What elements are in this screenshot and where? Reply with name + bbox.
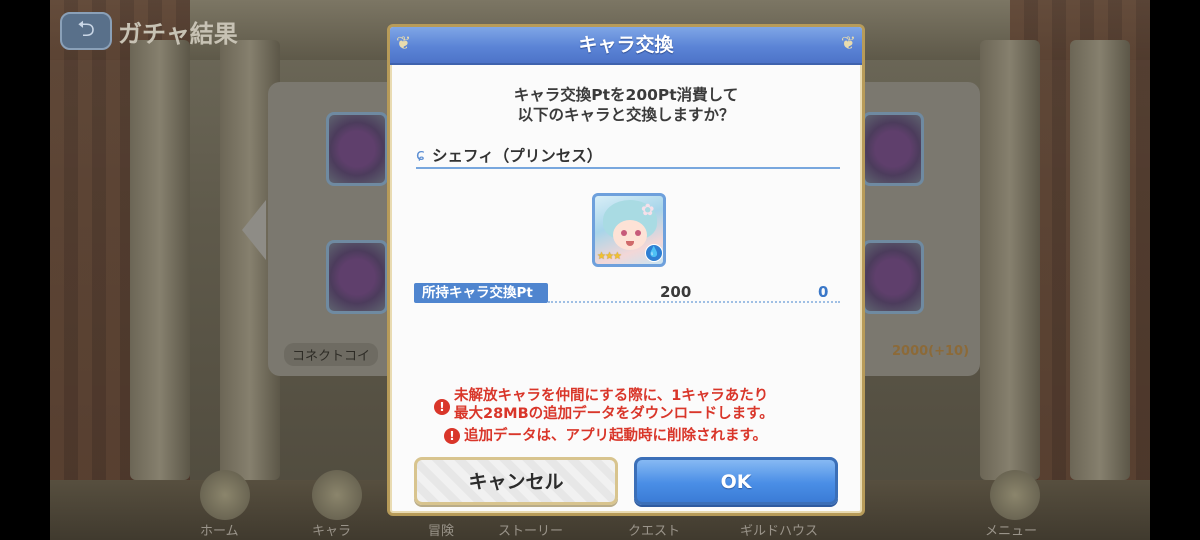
exchange-pt-current: 200 [660,283,692,301]
character-portrait[interactable]: ✿ ★★★ 💧 [592,193,666,267]
exchange-pt-after: 0 [818,283,829,301]
back-arrow-icon: ⮌ [77,17,95,42]
nav-item-adventure[interactable]: 冒険 [428,520,454,539]
pillar [980,40,1040,480]
pillar [130,40,190,480]
nav-menu-icon[interactable] [990,470,1040,520]
result-card[interactable] [862,240,924,314]
ok-button[interactable]: OK [634,457,838,505]
warning-download-line2: 最大28MBの追加データをダウンロードします。 [454,406,774,422]
nav-item-story[interactable]: ストーリー [498,520,563,539]
warning-icon: ! [434,399,450,415]
screen-bezel-left [0,0,50,540]
water-drop-icon: 💧 [645,244,663,262]
coin-count: 2000(+10) [892,344,970,359]
connect-coin-label: コネクトコイ [284,343,379,366]
exchange-pt-label: 所持キャラ交換Pt [414,283,548,303]
star-rating-icon: ★★★ [597,251,622,262]
dialog-title: キャラ交換 [578,34,674,56]
confirm-message: キャラ交換Ptを200Pt消費して 以下のキャラと交換しますか？ [390,85,862,125]
chara-exchange-dialog: ❦ ❦ キャラ交換 キャラ交換Ptを200Pt消費して 以下のキャラと交換します… [387,24,865,516]
nav-chara-icon[interactable] [312,470,362,520]
confirm-message-line1: キャラ交換Ptを200Pt消費して [513,86,739,104]
result-card[interactable] [326,112,388,186]
prev-arrow-icon[interactable] [242,200,266,260]
screen-title: ガチャ結果 [118,21,238,48]
nav-item-menu[interactable]: メニュー [985,520,1037,539]
nav-item-quest[interactable]: クエスト [628,520,680,539]
pt-divider [548,301,840,303]
nav-item-home[interactable]: ホーム [200,520,239,539]
flower-icon: ✿ [641,200,655,219]
warning-delete: 追加データは、アプリ起動時に削除されます。 [464,428,768,444]
confirm-message-line2: 以下のキャラと交換しますか？ [517,106,735,124]
pillar [1070,40,1130,480]
nav-item-guildhouse[interactable]: ギルドハウス [740,520,818,539]
nav-home-icon[interactable] [200,470,250,520]
warning-download: 未解放キャラを仲間にする際に、1キャラあたり 最大28MBの追加データをダウンロ… [454,387,774,423]
character-name-row: ɕ シェフィ（プリンセス） [416,141,840,169]
character-name: シェフィ（プリンセス） [432,147,603,165]
back-button[interactable]: ⮌ [60,12,112,50]
result-card[interactable] [326,240,388,314]
portrait-eye [621,230,627,236]
swirl-icon: ɕ [416,145,425,164]
warning-download-line1: 未解放キャラを仲間にする際に、1キャラあたり [454,388,769,404]
portrait-eye [635,230,641,236]
nav-item-chara[interactable]: キャラ [312,520,351,539]
cancel-button[interactable]: キャンセル [414,457,618,505]
warning-icon: ! [444,428,460,444]
result-card[interactable] [862,112,924,186]
screen-bezel-right [1150,0,1200,540]
